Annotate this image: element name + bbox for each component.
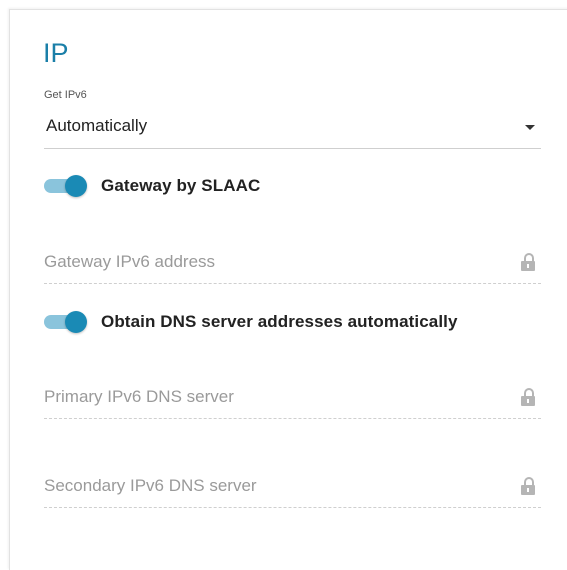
obtain-dns-row[interactable]: Obtain DNS server addresses automaticall… [44,307,504,335]
secondary-dns-input[interactable] [44,471,504,501]
lock-icon [521,253,535,271]
lock-icon [521,388,535,406]
secondary-dns-field [44,471,541,508]
gateway-by-slaac-row[interactable]: Gateway by SLAAC [44,171,304,199]
get-ipv6-label: Get IPv6 [44,89,87,101]
gateway-ipv6-input[interactable] [44,247,504,277]
toggle-knob [65,311,87,333]
get-ipv6-selected-value: Automatically [46,116,148,135]
chevron-down-icon [525,125,535,130]
gateway-by-slaac-toggle[interactable] [44,175,88,197]
primary-dns-field [44,382,541,419]
gateway-by-slaac-label: Gateway by SLAAC [101,176,261,195]
section-title: IP [43,38,69,68]
lock-icon [521,477,535,495]
gateway-ipv6-field [44,247,541,284]
toggle-knob [65,175,87,197]
primary-dns-input[interactable] [44,382,504,412]
obtain-dns-label: Obtain DNS server addresses automaticall… [101,312,458,331]
get-ipv6-select[interactable]: Automatically [44,112,541,149]
obtain-dns-toggle[interactable] [44,311,88,333]
